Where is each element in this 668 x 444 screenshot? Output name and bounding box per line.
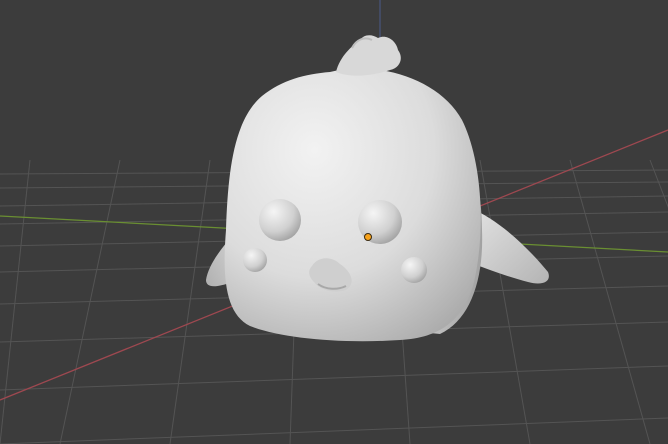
3d-viewport[interactable]	[0, 0, 668, 444]
viewport-canvas[interactable]	[0, 0, 668, 444]
left-cheek-ball	[243, 248, 267, 272]
mesh-body	[224, 68, 481, 342]
head-tuft	[336, 35, 401, 76]
right-cheek-ball	[401, 257, 427, 283]
left-eye-ball	[259, 199, 301, 241]
object-origin-icon[interactable]	[364, 233, 372, 241]
mesh-object-icon[interactable]	[206, 35, 549, 342]
